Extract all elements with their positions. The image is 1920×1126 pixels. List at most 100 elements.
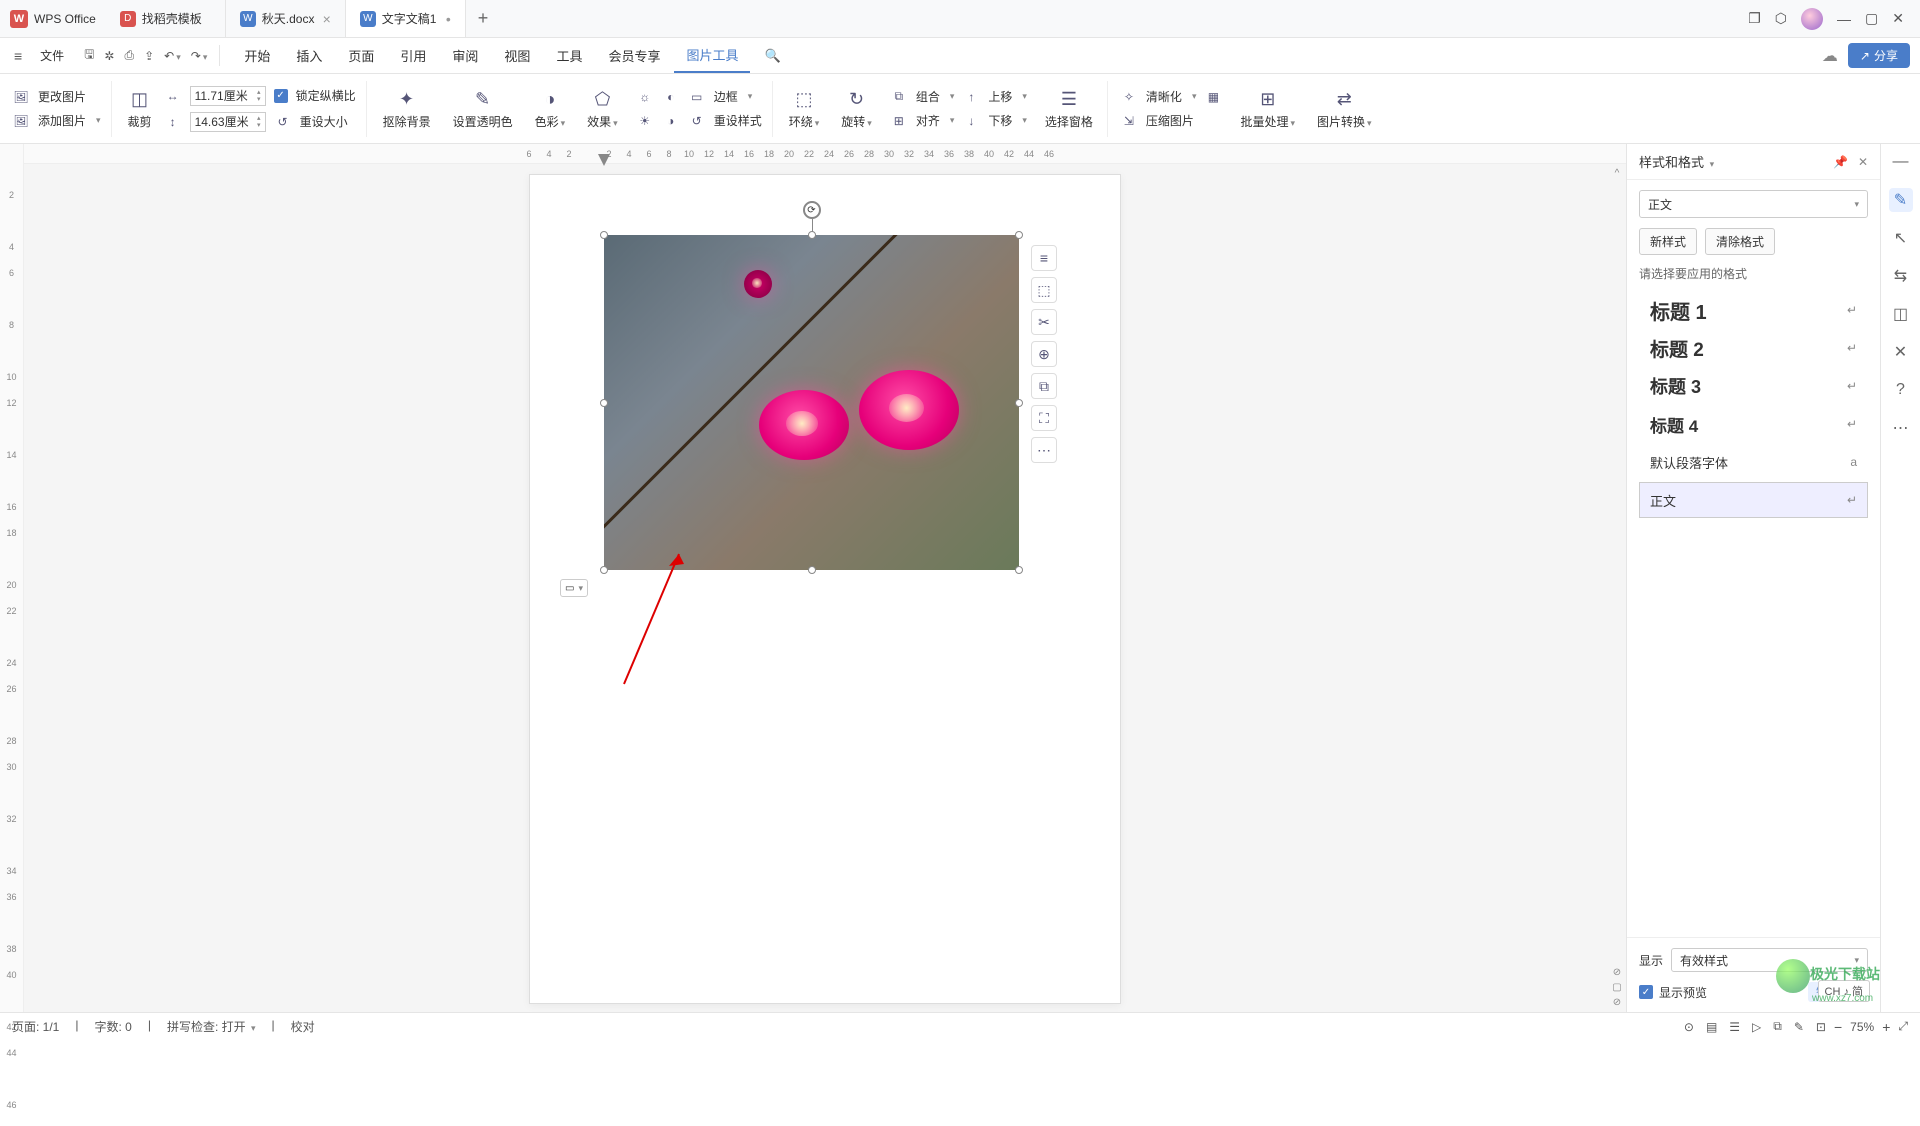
- tools-strip-icon[interactable]: ✕: [1889, 340, 1913, 364]
- contrast-icon[interactable]: ◐: [662, 88, 680, 106]
- settings-strip-icon[interactable]: ⇆: [1889, 264, 1913, 288]
- view-focus-icon[interactable]: ⊙: [1684, 1020, 1694, 1034]
- brightness-icon[interactable]: ☼: [636, 88, 654, 106]
- tab-view[interactable]: 视图: [492, 38, 542, 73]
- height-input[interactable]: 14.63厘米▴▾: [190, 112, 266, 132]
- zoom-out-button[interactable]: −: [1834, 1019, 1842, 1035]
- view-page-icon[interactable]: ▤: [1706, 1020, 1717, 1034]
- new-tab-button[interactable]: +: [466, 0, 501, 37]
- change-image-button[interactable]: 更改图片: [38, 88, 86, 105]
- close-panel-icon[interactable]: ✕: [1858, 155, 1868, 169]
- zoom-level[interactable]: 75%: [1850, 1020, 1874, 1034]
- wrap-button[interactable]: ⬚环绕▾: [785, 87, 824, 130]
- select-strip-icon[interactable]: ↖: [1889, 226, 1913, 250]
- clear-format-button[interactable]: 清除格式: [1705, 228, 1775, 255]
- brightness-down-icon[interactable]: ☀: [636, 112, 654, 130]
- color-button[interactable]: ◑色彩▾: [531, 87, 570, 130]
- undo-icon[interactable]: ↶▾: [164, 49, 181, 63]
- minimize-icon[interactable]: —: [1837, 11, 1851, 27]
- share-button[interactable]: ↗ 分享: [1848, 43, 1910, 68]
- tab-document-1[interactable]: W 秋天.docx ×: [226, 0, 346, 37]
- compress-button[interactable]: 压缩图片: [1146, 112, 1194, 129]
- crop-button[interactable]: ◫裁剪: [124, 87, 156, 130]
- tab-tools[interactable]: 工具: [544, 38, 594, 73]
- nav-prev-icon[interactable]: ⊘: [1613, 967, 1621, 978]
- resize-handle-bm[interactable]: [808, 566, 816, 574]
- reset-size-button[interactable]: 重设大小: [300, 113, 348, 130]
- remove-bg-button[interactable]: ✦抠除背景: [379, 87, 435, 130]
- selected-image[interactable]: ⟳ ≡ ⬚ ✂ ⊕ ⧉ ⛶ ⋯: [604, 235, 1019, 570]
- resize-handle-mr[interactable]: [1015, 399, 1023, 407]
- style-item[interactable]: 标题 4↵: [1639, 406, 1868, 442]
- align-button[interactable]: 对齐: [916, 112, 940, 129]
- zoom-float-icon[interactable]: ⊕: [1031, 341, 1057, 367]
- tab-page[interactable]: 页面: [336, 38, 386, 73]
- view-web-icon[interactable]: ⧉: [1773, 1019, 1782, 1034]
- copy-float-icon[interactable]: ⧉: [1031, 373, 1057, 399]
- file-menu[interactable]: 文件: [32, 47, 72, 64]
- word-count[interactable]: 字数: 0: [94, 1018, 131, 1035]
- view-outline-icon[interactable]: ☰: [1729, 1020, 1740, 1034]
- close-window-icon[interactable]: ✕: [1892, 10, 1904, 27]
- width-input[interactable]: 11.71厘米▴▾: [190, 86, 266, 106]
- transparency-button[interactable]: ✎设置透明色: [449, 87, 517, 130]
- print-preview-icon[interactable]: ✲: [104, 49, 114, 63]
- fit-page-icon[interactable]: ⊡: [1816, 1020, 1826, 1034]
- nav-next-icon[interactable]: ⊘: [1613, 997, 1621, 1008]
- style-item[interactable]: 默认段落字体a: [1639, 444, 1868, 480]
- caption-button[interactable]: ▭ ▾: [560, 579, 588, 597]
- search-icon[interactable]: 🔍: [752, 38, 792, 73]
- preview-checkbox[interactable]: ✓: [1639, 985, 1653, 999]
- resize-handle-bl[interactable]: [600, 566, 608, 574]
- layers-strip-icon[interactable]: ◫: [1889, 302, 1913, 326]
- style-filter-select[interactable]: 有效样式▾: [1671, 948, 1868, 972]
- more-options-icon[interactable]: ⋯: [1031, 437, 1057, 463]
- tab-start[interactable]: 开始: [232, 38, 282, 73]
- contrast-down-icon[interactable]: ◑: [662, 112, 680, 130]
- new-style-button[interactable]: 新样式: [1639, 228, 1697, 255]
- nav-up-icon[interactable]: ^: [1615, 168, 1620, 179]
- tab-review[interactable]: 审阅: [440, 38, 490, 73]
- lock-ratio-checkbox[interactable]: ✓: [274, 89, 288, 103]
- multi-window-icon[interactable]: ❐: [1748, 10, 1761, 27]
- add-image-button[interactable]: 添加图片: [38, 112, 86, 129]
- canvas-scrollbar[interactable]: ^ ⊘ ▢ ⊘: [1608, 164, 1626, 1012]
- batch-button[interactable]: ⊞批量处理▾: [1236, 87, 1299, 130]
- tab-references[interactable]: 引用: [388, 38, 438, 73]
- fullscreen-icon[interactable]: ⛶: [1031, 405, 1057, 431]
- current-style-select[interactable]: 正文▾: [1639, 190, 1868, 218]
- sharpen-button[interactable]: 清晰化: [1146, 88, 1182, 105]
- proofing-status[interactable]: 校对: [291, 1018, 315, 1035]
- rotate-button[interactable]: ↻旋转▾: [837, 87, 876, 130]
- user-avatar[interactable]: [1801, 8, 1823, 30]
- select-pane-button[interactable]: ☰选择窗格: [1041, 87, 1097, 130]
- resize-handle-ml[interactable]: [600, 399, 608, 407]
- view-read-icon[interactable]: ▷: [1752, 1020, 1761, 1034]
- tab-document-2[interactable]: W 文字文稿1 •: [346, 0, 466, 37]
- cloud-sync-icon[interactable]: ☁: [1822, 46, 1838, 66]
- view-tools-icon[interactable]: ✎: [1794, 1020, 1804, 1034]
- redo-icon[interactable]: ↷▾: [191, 49, 208, 63]
- export-icon[interactable]: ⇪: [144, 49, 154, 63]
- maximize-icon[interactable]: ▢: [1865, 10, 1878, 27]
- style-item[interactable]: 标题 2↵: [1639, 330, 1868, 366]
- help-strip-icon[interactable]: ?: [1889, 378, 1913, 402]
- tab-picture-tools[interactable]: 图片工具: [674, 38, 750, 73]
- tab-close-icon[interactable]: ×: [323, 11, 331, 27]
- cube-icon[interactable]: ⬡: [1775, 10, 1787, 27]
- canvas-area[interactable]: 6422468101214161820222426283032343638404…: [24, 144, 1626, 1012]
- effects-button[interactable]: ⬠效果▾: [583, 87, 622, 130]
- resize-handle-br[interactable]: [1015, 566, 1023, 574]
- resize-handle-tr[interactable]: [1015, 231, 1023, 239]
- collapse-panel-icon[interactable]: —: [1889, 150, 1913, 174]
- move-up-button[interactable]: 上移: [988, 88, 1012, 105]
- zoom-in-button[interactable]: +: [1882, 1019, 1890, 1035]
- spellcheck-status[interactable]: 拼写检查: 打开 ▾: [167, 1018, 256, 1035]
- crop-float-icon[interactable]: ✂: [1031, 309, 1057, 335]
- resize-handle-tl[interactable]: [600, 231, 608, 239]
- tab-insert[interactable]: 插入: [284, 38, 334, 73]
- tab-dirty-icon[interactable]: •: [446, 11, 451, 27]
- convert-button[interactable]: ⇄图片转换▾: [1313, 87, 1376, 130]
- layout-options-icon[interactable]: ≡: [1031, 245, 1057, 271]
- more-strip-icon[interactable]: ⋯: [1889, 416, 1913, 440]
